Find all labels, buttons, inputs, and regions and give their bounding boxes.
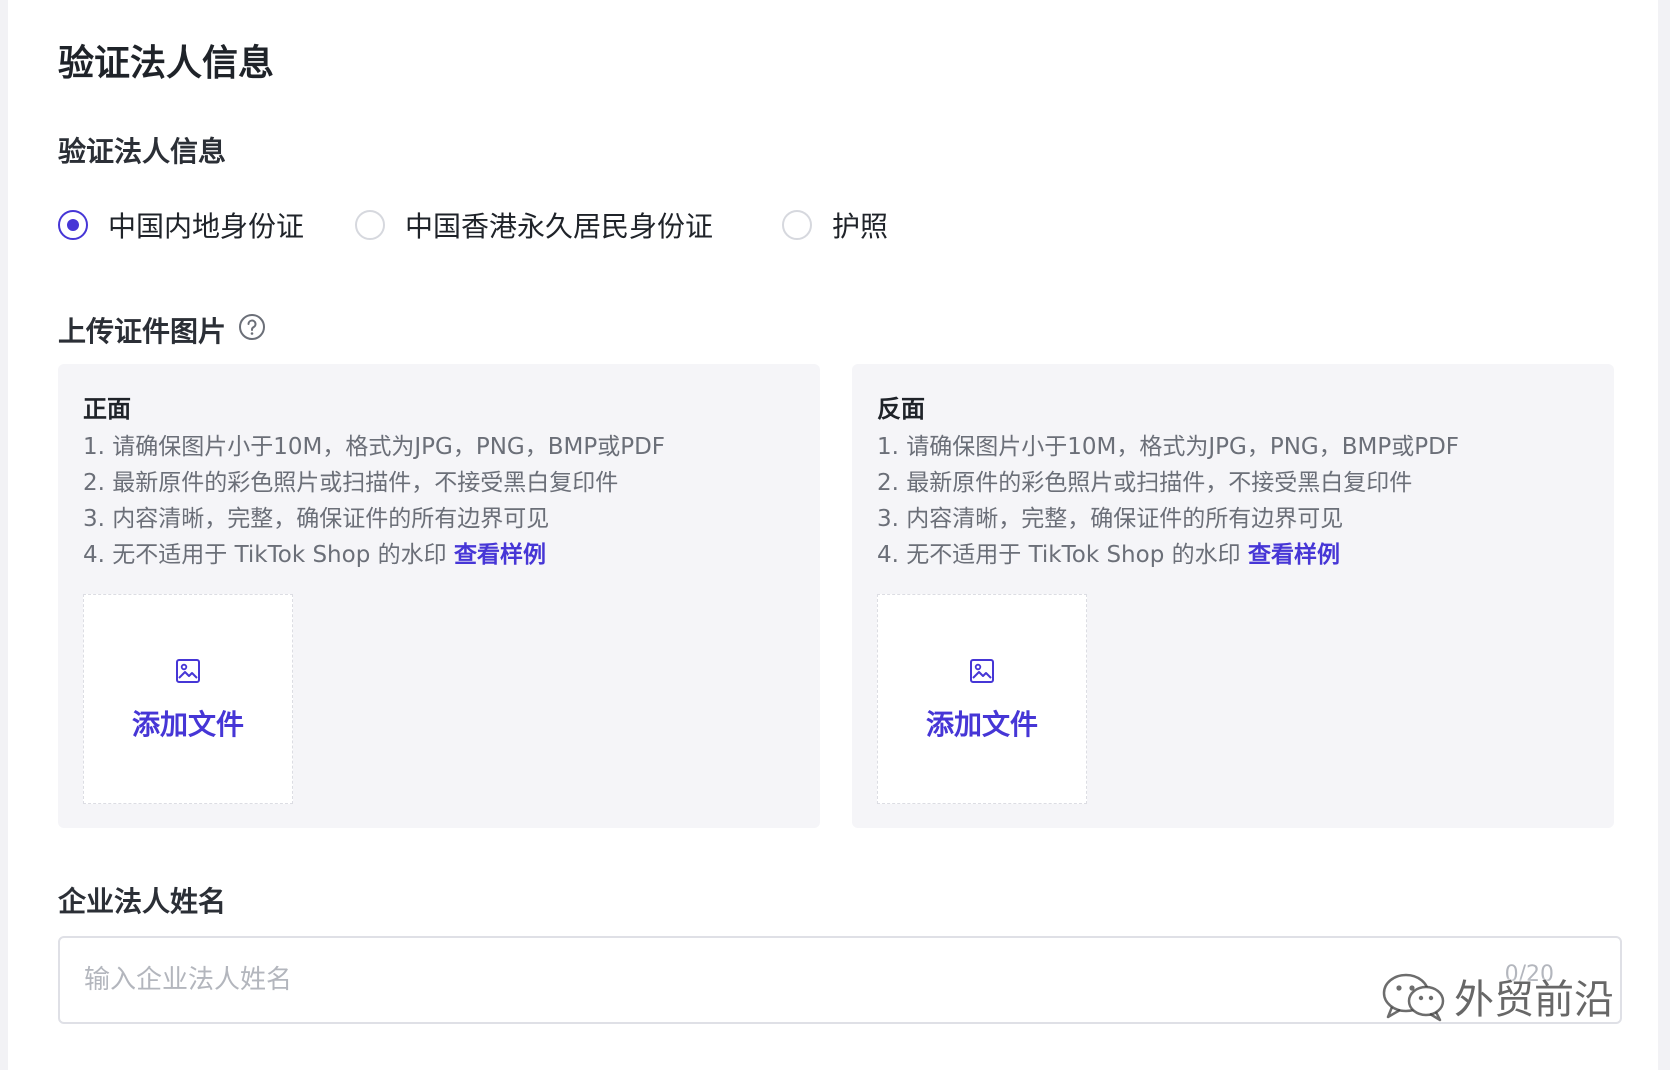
radio-mainland-id[interactable]: 中国内地身份证 — [58, 205, 304, 245]
upload-label: 上传证件图片 — [58, 315, 227, 348]
list-item: 3. 内容清晰，完整，确保证件的所有边界可见 — [83, 506, 550, 532]
card-title: 反面 — [877, 395, 925, 423]
image-icon — [176, 659, 200, 683]
legal-name-input[interactable] — [84, 938, 1484, 1022]
radio-unchecked-icon — [355, 210, 385, 240]
requirements-list: 1. 请确保图片小于10M，格式为JPG，PNG，BMP或PDF 2. 最新原件… — [83, 429, 665, 573]
form-page: 验证法人信息 验证法人信息 中国内地身份证 中国香港永久居民身份证 护照 上传证… — [8, 0, 1658, 1070]
card-title: 正面 — [83, 395, 131, 423]
question-circle-icon[interactable] — [238, 313, 266, 341]
radio-label: 中国内地身份证 — [108, 210, 305, 243]
list-item: 4. 无不适用于 TikTok Shop 的水印 查看样例 — [877, 537, 1459, 573]
legal-name-label: 企业法人姓名 — [58, 885, 227, 918]
requirement-text: 4. 无不适用于 TikTok Shop 的水印 — [83, 542, 447, 568]
id-type-label: 验证法人信息 — [58, 135, 227, 168]
radio-unchecked-icon — [782, 210, 812, 240]
radio-hk-permanent-id[interactable]: 中国香港永久居民身份证 — [355, 205, 713, 245]
view-sample-link[interactable]: 查看样例 — [454, 542, 546, 568]
radio-passport[interactable]: 护照 — [782, 205, 888, 245]
upload-card-back: 反面 1. 请确保图片小于10M，格式为JPG，PNG，BMP或PDF 2. 最… — [852, 364, 1614, 828]
radio-label: 护照 — [832, 210, 889, 243]
add-file-label: 添加文件 — [131, 708, 244, 741]
page-title: 验证法人信息 — [58, 43, 275, 84]
list-item: 3. 内容清晰，完整，确保证件的所有边界可见 — [877, 506, 1344, 532]
wechat-icon — [1382, 973, 1445, 1022]
list-item: 1. 请确保图片小于10M，格式为JPG，PNG，BMP或PDF — [83, 434, 666, 460]
add-file-button-front[interactable]: 添加文件 — [83, 594, 293, 804]
radio-checked-icon — [58, 210, 88, 240]
watermark: 外贸前沿 — [1376, 966, 1614, 1026]
list-item: 1. 请确保图片小于10M，格式为JPG，PNG，BMP或PDF — [877, 434, 1460, 460]
view-sample-link[interactable]: 查看样例 — [1248, 542, 1340, 568]
list-item: 2. 最新原件的彩色照片或扫描件，不接受黑白复印件 — [877, 470, 1413, 496]
requirement-text: 4. 无不适用于 TikTok Shop 的水印 — [877, 542, 1241, 568]
list-item: 4. 无不适用于 TikTok Shop 的水印 查看样例 — [83, 537, 665, 573]
image-icon — [970, 659, 994, 683]
radio-label: 中国香港永久居民身份证 — [405, 210, 714, 243]
watermark-text: 外贸前沿 — [1454, 977, 1614, 1023]
upload-card-front: 正面 1. 请确保图片小于10M，格式为JPG，PNG，BMP或PDF 2. 最… — [58, 364, 820, 828]
requirements-list: 1. 请确保图片小于10M，格式为JPG，PNG，BMP或PDF 2. 最新原件… — [877, 429, 1459, 573]
add-file-button-back[interactable]: 添加文件 — [877, 594, 1087, 804]
add-file-label: 添加文件 — [925, 708, 1038, 741]
list-item: 2. 最新原件的彩色照片或扫描件，不接受黑白复印件 — [83, 470, 619, 496]
